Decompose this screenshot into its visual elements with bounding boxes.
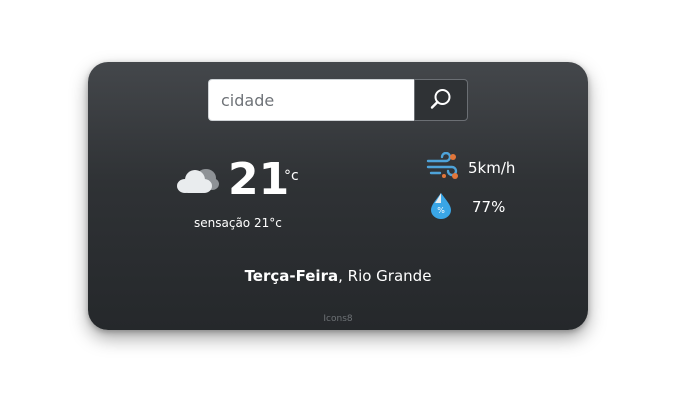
weather-card: 21 °c sensação 21°c 5km/h % 77%: [88, 62, 588, 330]
search-bar: [208, 79, 468, 121]
weekday-label: Terça-Feira: [244, 267, 339, 285]
humidity-info: % 77%: [428, 193, 505, 221]
cloud-icon: [176, 166, 220, 200]
temperature-unit: °c: [284, 168, 299, 184]
search-button[interactable]: [414, 79, 468, 121]
humidity-value: 77%: [472, 198, 506, 216]
location-line: Terça-Feira, Rio Grande: [88, 267, 588, 285]
search-icon: [429, 87, 453, 114]
humidity-icon-label: %: [437, 206, 445, 215]
current-temperature: 21 °c: [176, 154, 316, 214]
temperature-value: 21: [228, 154, 290, 205]
city-name: Rio Grande: [342, 267, 432, 285]
icons-credit: Icons8: [323, 314, 353, 324]
humidity-drop-icon: %: [428, 191, 454, 223]
wind-icon: [426, 151, 460, 184]
wind-speed-value: 5km/h: [468, 159, 516, 177]
city-search-input[interactable]: [208, 79, 414, 121]
wind-info: 5km/h: [426, 151, 516, 184]
feels-like-text: sensação 21°c: [194, 216, 282, 230]
